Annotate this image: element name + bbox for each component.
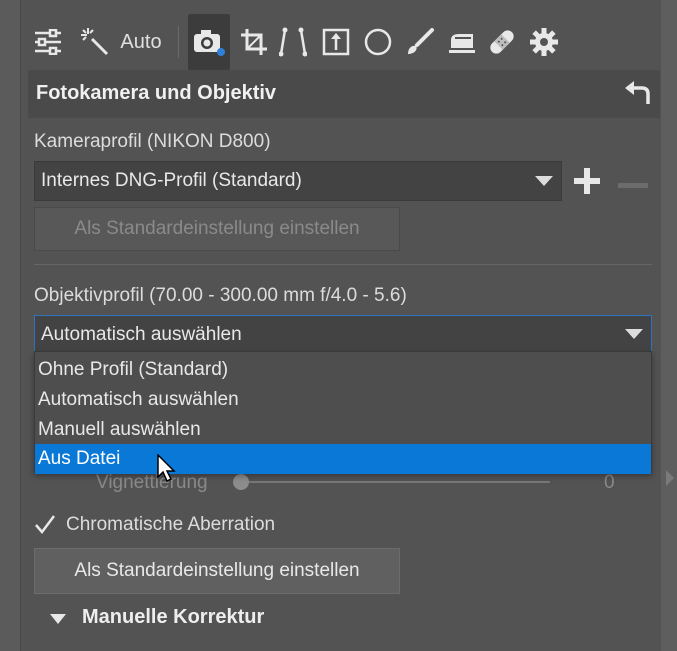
collapse-triangle-icon[interactable]	[50, 614, 66, 624]
vignetting-slider-track[interactable]	[240, 481, 550, 483]
section-header[interactable]: Fotokamera und Objektiv	[28, 70, 660, 118]
magic-wand-icon	[81, 28, 109, 56]
bandage-icon	[490, 30, 514, 54]
stack-icon	[449, 34, 475, 53]
camera-set-default-button[interactable]: Als Standardeinstellung einstellen	[34, 207, 400, 251]
mouse-cursor-icon	[156, 453, 178, 489]
expand-right-arrow-icon[interactable]	[666, 470, 674, 486]
toolbar-separator	[178, 26, 179, 58]
perspective-icon	[279, 27, 307, 57]
tool-toolbar: Auto	[20, 14, 660, 70]
chromatic-set-default-button[interactable]: Als Standardeinstellung einstellen	[34, 548, 400, 594]
camera-profile-label: Kameraprofil (NIKON D800)	[34, 131, 271, 152]
lens-camera-tool[interactable]	[188, 14, 230, 70]
gradient-tool[interactable]	[444, 14, 480, 70]
export-tool[interactable]	[318, 14, 354, 70]
chevron-down-icon	[625, 329, 643, 339]
crop-icon	[241, 29, 267, 55]
vignetting-slider-knob[interactable]	[233, 474, 249, 490]
brush-tool[interactable]	[402, 14, 438, 70]
settings-tool[interactable]	[526, 14, 562, 70]
radial-filter-tool[interactable]	[360, 14, 396, 70]
lens-profile-dropdown: Ohne Profil (Standard) Automatisch auswä…	[34, 351, 652, 474]
lens-profile-value: Automatisch auswählen	[41, 324, 242, 345]
sliders-tool[interactable]	[30, 14, 66, 70]
healing-tool[interactable]	[484, 14, 520, 70]
export-icon	[322, 28, 350, 56]
panel-scroll-strip[interactable]	[661, 0, 677, 651]
brush-icon	[408, 28, 434, 54]
dropdown-option[interactable]: Automatisch auswählen	[35, 385, 651, 415]
dropdown-option[interactable]: Manuell auswählen	[35, 415, 651, 445]
perspective-tool[interactable]	[276, 14, 310, 70]
gear-icon	[530, 28, 558, 56]
auto-label: Auto	[120, 30, 162, 53]
vignetting-label: Vignettierung	[96, 472, 208, 493]
dropdown-option[interactable]: Ohne Profil (Standard)	[35, 355, 651, 385]
crop-tool[interactable]	[236, 14, 272, 70]
remove-profile-button[interactable]	[618, 177, 648, 195]
minus-icon	[618, 183, 648, 188]
checkmark-icon	[35, 515, 55, 534]
camera-icon	[194, 30, 225, 56]
vignetting-value: 0	[604, 472, 615, 493]
lens-profile-label: Objektivprofil (70.00 - 300.00 mm f/4.0 …	[34, 285, 407, 306]
auto-magic-tool[interactable]	[78, 14, 112, 70]
chromatic-aberration-checkbox[interactable]	[34, 514, 56, 536]
lens-profile-select[interactable]: Automatisch auswählen	[34, 315, 652, 352]
plus-icon	[574, 168, 600, 194]
auto-button[interactable]: Auto	[116, 14, 166, 70]
dropdown-option-highlighted[interactable]: Aus Datei	[35, 444, 651, 474]
chevron-down-icon	[535, 176, 553, 186]
add-profile-button[interactable]	[572, 166, 602, 201]
manual-correction-title[interactable]: Manuelle Korrektur	[82, 606, 264, 629]
camera-profile-value: Internes DNG-Profil (Standard)	[41, 170, 302, 191]
camera-profile-select[interactable]: Internes DNG-Profil (Standard)	[34, 161, 562, 201]
undo-icon	[625, 81, 650, 104]
divider	[34, 264, 652, 265]
undo-button[interactable]	[624, 80, 650, 111]
sliders-icon	[35, 29, 61, 55]
chromatic-aberration-label: Chromatische Aberration	[66, 514, 276, 535]
section-title: Fotokamera und Objektiv	[36, 82, 277, 104]
circle-icon	[364, 28, 392, 56]
